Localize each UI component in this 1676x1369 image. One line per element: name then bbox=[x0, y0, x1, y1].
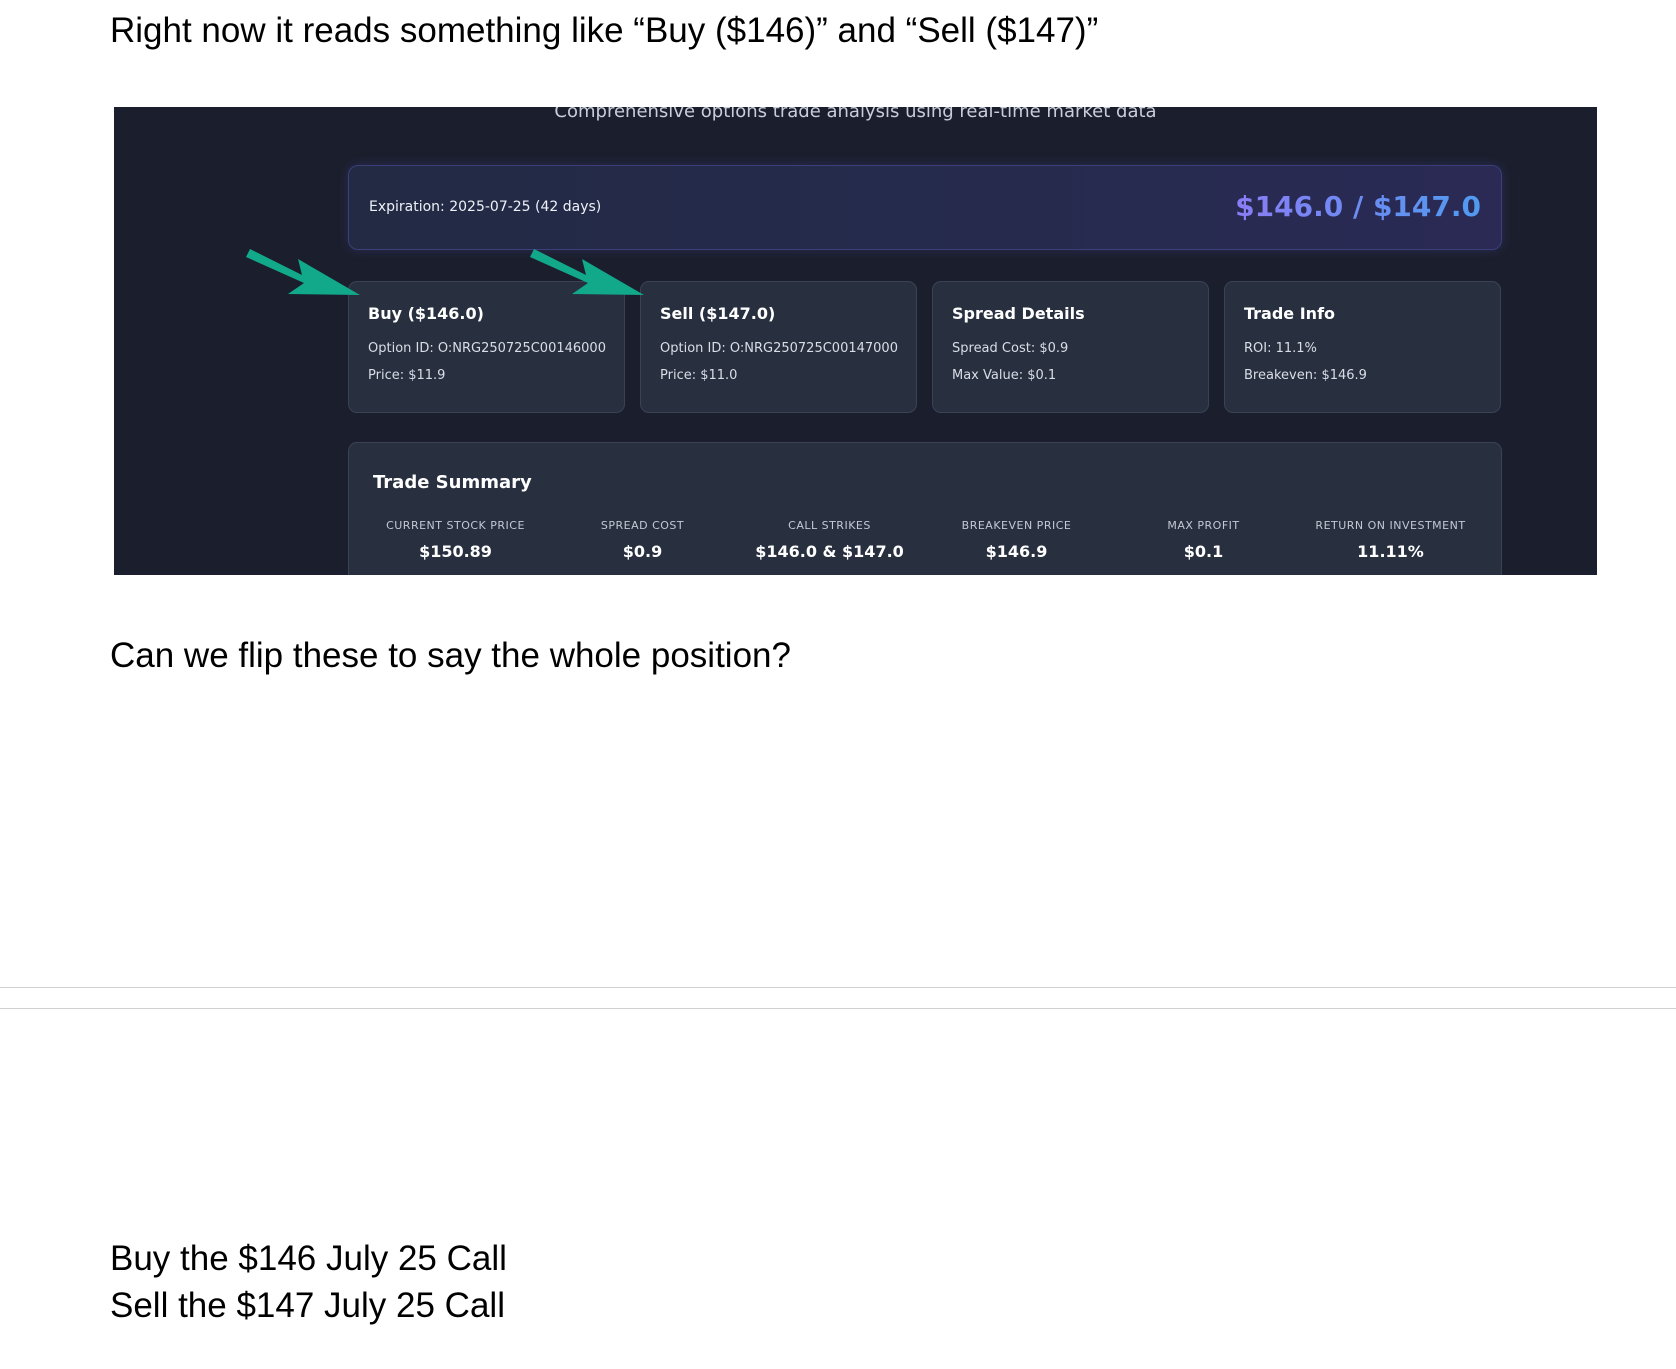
sell-leg-price: Price: $11.0 bbox=[660, 368, 738, 383]
roi-value: ROI: 11.1% bbox=[1244, 341, 1317, 356]
metric-value: $146.9 bbox=[985, 542, 1048, 561]
metric-label: RETURN ON INVESTMENT bbox=[1315, 519, 1466, 532]
sell-leg-option-id: Option ID: O:NRG250725C00147000 bbox=[660, 341, 898, 356]
doc-line-1: Right now it reads something like “Buy (… bbox=[110, 11, 1099, 50]
metric-max-profit: MAX PROFIT $0.1 bbox=[1110, 519, 1297, 561]
doc-line-4: Sell the $147 July 25 Call bbox=[110, 1286, 505, 1325]
metric-value: $150.89 bbox=[419, 542, 492, 561]
divider-line bbox=[0, 987, 1676, 988]
arrow-icon bbox=[246, 249, 360, 295]
metric-current-stock-price: CURRENT STOCK PRICE $150.89 bbox=[362, 519, 549, 561]
spread-details-title: Spread Details bbox=[952, 304, 1085, 323]
trade-info-title: Trade Info bbox=[1244, 304, 1336, 323]
metric-label: BREAKEVEN PRICE bbox=[961, 519, 1072, 532]
trade-summary-title: Trade Summary bbox=[373, 472, 532, 493]
metric-value: $146.0 & $147.0 bbox=[755, 542, 904, 561]
breakeven-value: Breakeven: $146.9 bbox=[1244, 368, 1367, 383]
embedded-screenshot: Comprehensive options trade analysis usi… bbox=[114, 107, 1597, 575]
metric-return-on-investment: RETURN ON INVESTMENT 11.11% bbox=[1297, 519, 1484, 561]
metric-label: MAX PROFIT bbox=[1167, 519, 1240, 532]
doc-line-3: Buy the $146 July 25 Call bbox=[110, 1239, 507, 1278]
trade-summary-panel: Trade Summary CURRENT STOCK PRICE $150.8… bbox=[348, 442, 1502, 575]
screenshot-subtitle: Comprehensive options trade analysis usi… bbox=[554, 107, 1157, 122]
spread-details-card: Spread Details Spread Cost: $0.9 Max Val… bbox=[932, 281, 1209, 413]
expiration-header-card: Expiration: 2025-07-25 (42 days) $146.0 … bbox=[348, 165, 1502, 250]
metric-breakeven-price: BREAKEVEN PRICE $146.9 bbox=[923, 519, 1110, 561]
metric-spread-cost: SPREAD COST $0.9 bbox=[549, 519, 736, 561]
metric-value: 11.11% bbox=[1357, 542, 1424, 561]
metric-value: $0.9 bbox=[622, 542, 663, 561]
arrow-icon bbox=[530, 249, 644, 295]
buy-leg-option-id: Option ID: O:NRG250725C00146000 bbox=[368, 341, 606, 356]
metric-call-strikes: CALL STRIKES $146.0 & $147.0 bbox=[736, 519, 923, 561]
metric-value: $0.1 bbox=[1183, 542, 1224, 561]
max-value-value: Max Value: $0.1 bbox=[952, 368, 1057, 383]
metric-label: CALL STRIKES bbox=[788, 519, 871, 532]
spread-cost-value: Spread Cost: $0.9 bbox=[952, 341, 1069, 356]
metric-label: CURRENT STOCK PRICE bbox=[386, 519, 525, 532]
trade-info-card: Trade Info ROI: 11.1% Breakeven: $146.9 bbox=[1224, 281, 1501, 413]
expiration-label: Expiration: 2025-07-25 (42 days) bbox=[369, 199, 602, 215]
metric-label: SPREAD COST bbox=[600, 519, 685, 532]
sell-leg-card: Sell ($147.0) Option ID: O:NRG250725C001… bbox=[640, 281, 917, 413]
strike-pair-price: $146.0 / $147.0 bbox=[1235, 190, 1481, 223]
buy-leg-price: Price: $11.9 bbox=[368, 368, 446, 383]
divider-line bbox=[0, 1008, 1676, 1009]
doc-line-2: Can we flip these to say the whole posit… bbox=[110, 636, 791, 675]
buy-leg-title: Buy ($146.0) bbox=[368, 304, 484, 323]
sell-leg-title: Sell ($147.0) bbox=[660, 304, 776, 323]
